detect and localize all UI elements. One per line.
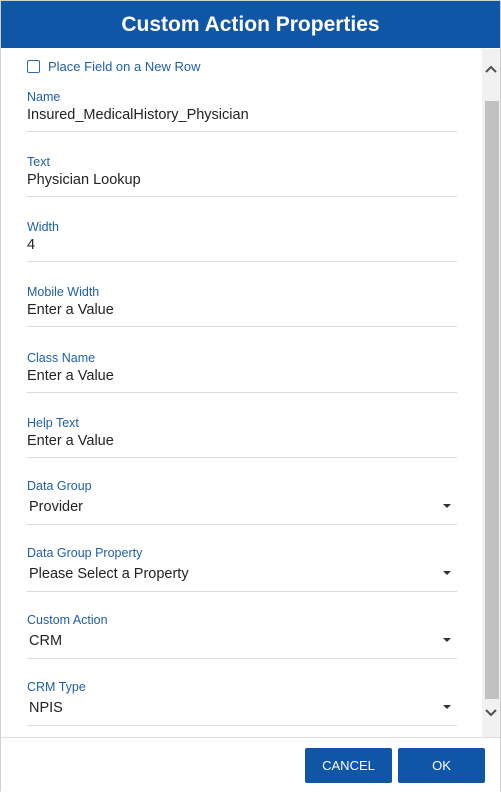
custom-action-value: CRM [29,633,63,649]
data-group-property-value: Please Select a Property [29,566,189,582]
name-input[interactable]: Insured_MedicalHistory_Physician [27,106,457,132]
new-row-checkbox-row[interactable]: Place Field on a New Row [27,59,200,74]
crm-type-select[interactable]: NPIS [27,699,457,726]
mobile-width-field[interactable]: Mobile Width Enter a Value [27,285,457,327]
data-group-select[interactable]: Provider [27,498,457,525]
data-group-value: Provider [29,499,83,515]
width-input[interactable]: 4 [27,236,457,262]
custom-action-properties-dialog: Custom Action Properties Place Field on … [0,0,501,792]
help-text-input[interactable]: Enter a Value [27,432,457,458]
data-group-property-field[interactable]: Data Group Property Please Select a Prop… [27,546,457,592]
help-text-field[interactable]: Help Text Enter a Value [27,416,457,458]
width-label: Width [27,220,59,234]
help-text-label: Help Text [27,416,79,430]
data-group-property-select[interactable]: Please Select a Property [27,565,457,592]
text-input[interactable]: Physician Lookup [27,171,457,197]
custom-action-select[interactable]: CRM [27,632,457,659]
cancel-button[interactable]: CANCEL [305,748,392,783]
data-group-field[interactable]: Data Group Provider [27,479,457,525]
custom-action-field[interactable]: Custom Action CRM [27,613,457,659]
crm-type-value: NPIS [29,700,63,716]
dialog-footer: CANCEL OK [1,737,500,792]
scrollbar-thumb[interactable] [485,101,499,699]
crm-type-label: CRM Type [27,680,86,694]
width-field[interactable]: Width 4 [27,220,457,262]
custom-action-label: Custom Action [27,613,108,627]
vertical-scrollbar[interactable] [482,49,500,737]
dropdown-caret-icon[interactable] [443,705,451,709]
scroll-up-icon[interactable] [482,59,500,79]
dropdown-caret-icon[interactable] [443,504,451,508]
class-name-field[interactable]: Class Name Enter a Value [27,351,457,393]
text-field[interactable]: Text Physician Lookup [27,155,457,197]
data-group-property-label: Data Group Property [27,546,143,560]
class-name-label: Class Name [27,351,96,365]
crm-type-field[interactable]: CRM Type NPIS [27,680,457,726]
dropdown-caret-icon[interactable] [443,571,451,575]
name-field[interactable]: Name Insured_MedicalHistory_Physician [27,90,457,132]
text-label: Text [27,155,50,169]
new-row-checkbox-label[interactable]: Place Field on a New Row [48,59,200,74]
mobile-width-label: Mobile Width [27,285,100,299]
dialog-content: Place Field on a New Row Name Insured_Me… [1,49,482,737]
mobile-width-input[interactable]: Enter a Value [27,301,457,327]
scroll-down-icon[interactable] [482,703,500,723]
new-row-checkbox[interactable] [27,60,40,73]
dialog-title: Custom Action Properties [1,1,500,48]
class-name-input[interactable]: Enter a Value [27,367,457,393]
ok-button[interactable]: OK [398,748,485,783]
dropdown-caret-icon[interactable] [443,638,451,642]
name-label: Name [27,90,61,104]
data-group-label: Data Group [27,479,92,493]
